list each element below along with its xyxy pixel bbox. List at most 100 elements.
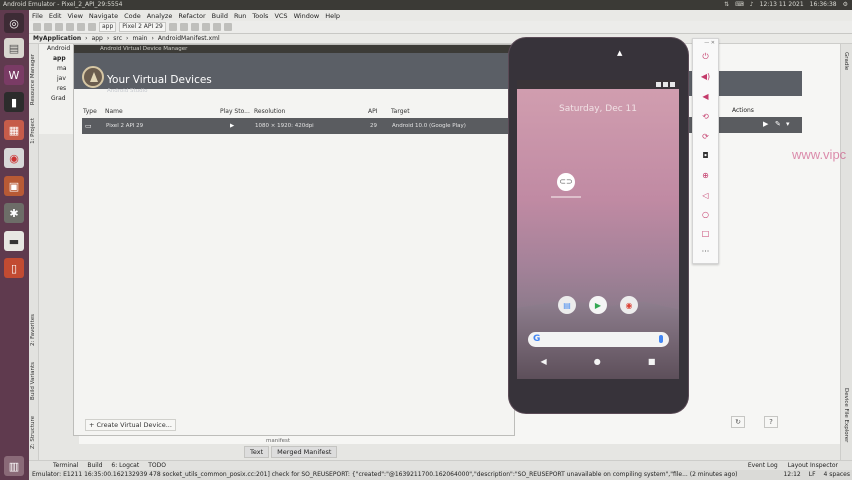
tab-resource-manager[interactable]: Resource Manager [30, 54, 36, 105]
menu-view[interactable]: View [67, 12, 82, 20]
close-icon[interactable]: — ✕ [693, 39, 718, 48]
zoom-icon[interactable]: ⊕ [700, 170, 711, 181]
stop-icon[interactable] [201, 23, 210, 31]
tab-merged-manifest[interactable]: Merged Manifest [271, 446, 338, 458]
dash-icon[interactable]: ◎ [4, 13, 24, 33]
tab-project[interactable]: 1: Project [30, 118, 36, 144]
col-api[interactable]: API [368, 107, 378, 117]
col-actions[interactable]: Actions [732, 107, 754, 114]
line-separator[interactable]: LF [809, 470, 816, 480]
debug-icon[interactable] [179, 23, 188, 31]
open-icon[interactable] [33, 23, 41, 31]
trash-icon[interactable]: ▥ [4, 456, 24, 476]
tab-favorites[interactable]: 2: Favorites [30, 314, 36, 346]
settings-icon[interactable]: ✱ [4, 203, 24, 223]
undo-icon[interactable] [66, 23, 74, 31]
breadcrumb-project[interactable]: MyApplication [33, 35, 81, 42]
tab-text[interactable]: Text [244, 446, 270, 458]
menu-tools[interactable]: Tools [252, 12, 268, 20]
clock[interactable]: 16:36:38 [810, 0, 837, 10]
volume-icon[interactable]: ♪ [750, 0, 754, 10]
col-type[interactable]: Type [83, 107, 97, 117]
refresh-button[interactable]: ↻ [731, 416, 745, 428]
more-icon[interactable]: ··· [700, 246, 711, 257]
sync-icon[interactable] [55, 23, 63, 31]
make-icon[interactable] [88, 23, 96, 31]
clapper-icon[interactable]: ▬ [4, 231, 24, 251]
run-config-select[interactable]: app [99, 22, 117, 32]
play-store-app-icon[interactable]: ▶ [589, 296, 607, 314]
menu-help[interactable]: Help [325, 12, 340, 20]
tool-event-log[interactable]: Event Log [748, 462, 778, 469]
menu-vcs[interactable]: VCS [274, 12, 287, 20]
tab-gradle[interactable]: Gradle [843, 52, 849, 70]
tab-device-file-explorer[interactable]: Device File Explorer [843, 388, 849, 442]
volume-up-icon[interactable]: ◀) [700, 71, 711, 82]
menu-build[interactable]: Build [212, 12, 228, 20]
tool-todo[interactable]: TODO [148, 462, 166, 469]
emulator-screen[interactable]: Saturday, Dec 11 ⊂⊃ ▤ ▶ ◉ G ◀ ● ■ [517, 80, 679, 379]
run-icon[interactable] [168, 23, 177, 31]
avd-manager-icon[interactable] [212, 23, 221, 31]
breadcrumb-src[interactable]: src [113, 35, 122, 42]
tool-build[interactable]: Build [87, 462, 102, 469]
editor-icon[interactable]: W [4, 65, 24, 85]
profile-icon[interactable] [190, 23, 199, 31]
tool-terminal[interactable]: Terminal [53, 462, 78, 469]
redo-icon[interactable] [77, 23, 85, 31]
rotate-right-icon[interactable]: ⟳ [700, 131, 711, 142]
app-shortcut-icon[interactable]: ⊂⊃ [557, 173, 575, 191]
menu-refactor[interactable]: Refactor [178, 12, 205, 20]
launch-icon[interactable]: ▶ [763, 120, 768, 128]
menu-file[interactable]: File [32, 12, 43, 20]
writer-icon[interactable]: ▦ [4, 120, 24, 140]
volume-down-icon[interactable]: ◀ [700, 91, 711, 102]
menu-window[interactable]: Window [294, 12, 320, 20]
caret-position[interactable]: 12:12 [783, 470, 800, 480]
tab-build-variants[interactable]: Build Variants [30, 362, 36, 400]
files-icon[interactable]: ▤ [4, 38, 24, 58]
power-button-icon[interactable]: ⏻ [700, 51, 711, 62]
menu-navigate[interactable]: Navigate [89, 12, 118, 20]
date-indicator[interactable]: 12:13 11 2021 [760, 0, 804, 10]
tool-layout-inspector[interactable]: Layout Inspector [788, 462, 838, 469]
table-row[interactable]: ▭ Pixel 2 API 29 ▶ 1080 × 1920: 420dpi 2… [82, 118, 514, 134]
messages-icon[interactable]: ▤ [558, 296, 576, 314]
power-icon[interactable]: ⚙ [843, 0, 848, 10]
chrome-icon[interactable]: ◉ [620, 296, 638, 314]
menu-code[interactable]: Code [124, 12, 141, 20]
edit-icon[interactable]: ✎ [775, 120, 781, 128]
col-resolution[interactable]: Resolution [254, 107, 285, 117]
device-select[interactable]: Pixel 2 API 29 [119, 22, 166, 32]
breadcrumb-app[interactable]: app [92, 35, 103, 42]
software-icon[interactable]: ▣ [4, 176, 24, 196]
network-icon[interactable]: ⇅ [724, 0, 729, 10]
back-icon[interactable]: ◀ [541, 357, 547, 366]
indent-setting[interactable]: 4 spaces [824, 470, 850, 480]
sdk-manager-icon[interactable] [223, 23, 232, 31]
menu-run[interactable]: Run [234, 12, 246, 20]
col-play-store[interactable]: Play Sto... [220, 107, 250, 117]
status-message[interactable]: Emulator: E1211 16:35:00.162132939 478 s… [32, 471, 738, 478]
camera-icon[interactable]: ◘ [700, 150, 711, 161]
keyboard-icon[interactable]: ⌨ [735, 0, 744, 10]
microphone-icon[interactable] [659, 335, 663, 343]
menu-edit[interactable]: Edit [49, 12, 62, 20]
menu-analyze[interactable]: Analyze [147, 12, 173, 20]
overview-button-icon[interactable]: □ [700, 228, 711, 239]
back-button-icon[interactable]: ◁ [700, 190, 711, 201]
save-icon[interactable] [44, 23, 52, 31]
tool-logcat[interactable]: 6: Logcat [111, 462, 139, 469]
col-target[interactable]: Target [391, 107, 410, 117]
create-virtual-device-button[interactable]: + Create Virtual Device... [85, 419, 176, 431]
more-actions-icon[interactable]: ▾ [786, 120, 790, 128]
col-name[interactable]: Name [105, 107, 123, 117]
terminal-icon[interactable]: ▮ [4, 92, 24, 112]
phone-icon[interactable]: ▯ [4, 258, 24, 278]
help-button[interactable]: ? [764, 416, 778, 428]
home-icon[interactable]: ● [594, 357, 601, 366]
recents-icon[interactable]: ■ [648, 357, 656, 366]
help-icon[interactable]: ◉ [4, 148, 24, 168]
tab-structure[interactable]: Z: Structure [30, 416, 36, 449]
breadcrumb-main[interactable]: main [132, 35, 147, 42]
